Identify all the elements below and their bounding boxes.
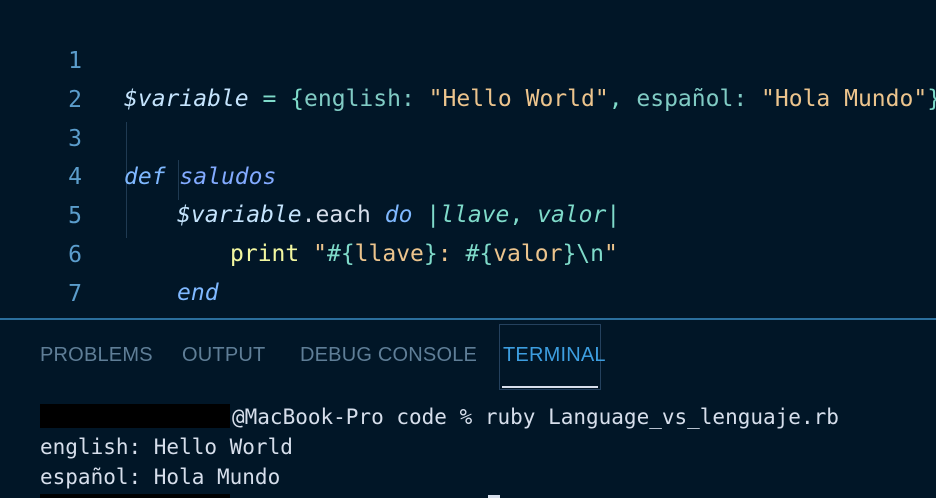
code-line-2[interactable]: 2 [0, 43, 936, 113]
code-line-5[interactable]: 5 print "#{llave}: #{valor}\n" [0, 159, 936, 267]
tab-terminal[interactable]: TERMINAL [503, 344, 606, 367]
tab-problems[interactable]: PROBLEMS [40, 344, 153, 367]
terminal-prompt: @MacBook-Pro code % ruby Language_vs_len… [232, 405, 839, 429]
tab-output[interactable]: OUTPUT [182, 344, 265, 367]
code-line-7[interactable]: 7 end [0, 237, 936, 345]
tab-debug-console[interactable]: DEBUG CONSOLE [300, 344, 477, 367]
bottom-panel: PROBLEMS OUTPUT DEBUG CONSOLE TERMINAL @… [0, 320, 936, 498]
code-line-3[interactable]: 3 def saludos [0, 82, 936, 190]
code-line-4[interactable]: 4 $variable.each do |llave, valor| [0, 120, 936, 228]
active-tab-indicator [502, 386, 598, 388]
terminal-output-line: english: Hello World [40, 435, 293, 459]
terminal-command-line[interactable]: @MacBook-Pro code % ruby Language_vs_len… [40, 402, 839, 432]
code-line-1[interactable]: 1 $variable = {english: "Hello World", e… [0, 4, 936, 112]
code-line-6[interactable]: 6 end [0, 198, 936, 306]
code-line-8[interactable]: 8 [0, 276, 936, 346]
terminal-output-line: español: Hola Mundo [40, 465, 281, 489]
code-editor[interactable]: 1 $variable = {english: "Hello World", e… [0, 0, 936, 346]
panel-tabs: PROBLEMS OUTPUT DEBUG CONSOLE TERMINAL [0, 320, 936, 392]
terminal-next-prompt[interactable] [40, 492, 500, 498]
redacted-username [40, 404, 230, 428]
redacted-username [40, 494, 230, 498]
